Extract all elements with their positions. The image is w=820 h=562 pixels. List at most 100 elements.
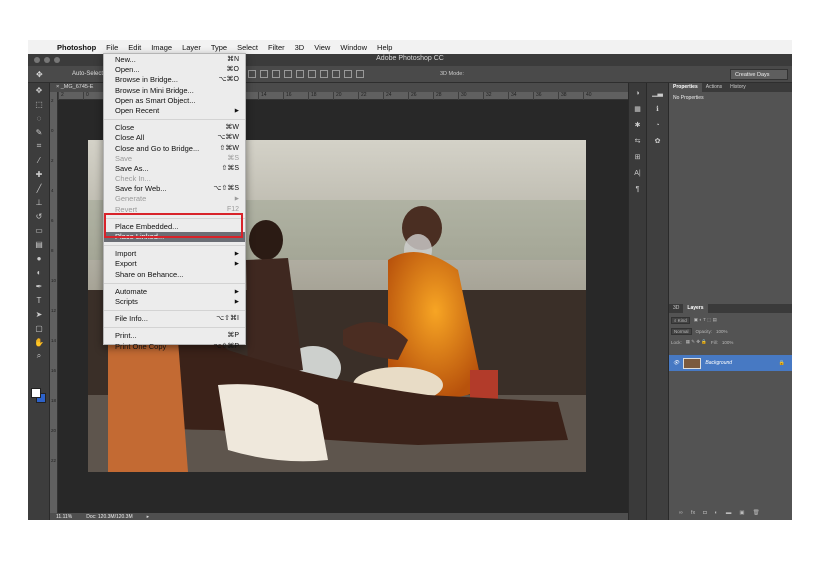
3d-panel-icon[interactable]: ◑ [629,87,646,99]
foreground-color-swatch[interactable] [31,388,41,398]
paragraph-panel-icon[interactable]: ¶ [629,183,646,195]
layer-kind-filter[interactable]: ⌕ Kind [671,316,690,324]
history-brush-tool-icon[interactable]: ↺ [28,209,50,223]
distribute-bottom-icon[interactable] [308,70,316,78]
menu-item-place-embedded[interactable]: Place Embedded... [104,222,245,232]
hand-tool-icon[interactable]: ✋ [28,335,50,349]
menu-item-import[interactable]: Import ▶ [104,249,245,259]
styles-panel-icon[interactable]: ✿ [647,135,668,147]
workspace-select[interactable]: Creative Days [730,69,788,80]
menu-item-new[interactable]: New... ⌘N [104,55,245,65]
menu-item-open-as-smart-object[interactable]: Open as Smart Object... [104,96,245,106]
zoom-tool-icon[interactable]: ⌕ [28,349,50,363]
path-select-tool-icon[interactable]: ➤ [28,307,50,321]
menu-filter[interactable]: Filter [263,43,290,52]
lasso-tool-icon[interactable]: ◌ [28,111,50,125]
trash-icon[interactable]: 🗑 [753,510,760,518]
tab-history[interactable]: History [726,83,750,92]
menu-3d[interactable]: 3D [290,43,310,52]
distribute-right-icon[interactable] [344,70,352,78]
menu-item-save-for-web[interactable]: Save for Web... ⌥⇧⌘S [104,184,245,194]
adjustments-panel-icon[interactable]: ⇆ [629,135,646,147]
distribute-top-icon[interactable] [284,70,292,78]
lock-icons[interactable]: ▦ ✎ ✥ 🔒 [686,339,707,345]
info-panel-icon[interactable]: ℹ [647,103,668,115]
menu-item-share-on-behance[interactable]: Share on Behance... [104,270,245,280]
menu-item-print[interactable]: Print... ⌘P [104,331,245,341]
channels-panel-icon[interactable]: ⊞ [629,151,646,163]
menu-edit[interactable]: Edit [123,43,146,52]
navigator-panel-icon[interactable]: ◔ [647,119,668,131]
tab-actions[interactable]: Actions [702,83,726,92]
tab-3d[interactable]: 3D [669,304,683,313]
brush-panel-icon[interactable]: ✱ [629,119,646,131]
menu-image[interactable]: Image [146,43,177,52]
menu-select[interactable]: Select [232,43,263,52]
align-bottom-icon[interactable] [272,70,280,78]
menu-item-export[interactable]: Export ▶ [104,259,245,269]
distribute-middle-icon[interactable] [296,70,304,78]
quick-select-tool-icon[interactable]: ✎ [28,125,50,139]
opacity-value[interactable]: 100% [716,329,728,334]
folder-icon[interactable]: ▬ [726,510,732,518]
align-top-icon[interactable] [248,70,256,78]
menu-type[interactable]: Type [206,43,232,52]
menu-item-automate[interactable]: Automate ▶ [104,287,245,297]
auto-align-icon[interactable] [356,70,364,78]
auto-select-checkbox[interactable]: Auto-Select [72,71,103,77]
new-layer-icon[interactable]: ▣ [739,510,744,518]
clone-stamp-tool-icon[interactable]: ⊥ [28,195,50,209]
align-middle-icon[interactable] [260,70,268,78]
swatches-panel-icon[interactable]: ▦ [629,103,646,115]
distribute-center-icon[interactable] [332,70,340,78]
menu-item-browse-in-mini-bridge[interactable]: Browse in Mini Bridge... [104,86,245,96]
fill-value[interactable]: 100% [722,340,734,345]
type-tool-icon[interactable]: T [28,293,50,307]
marquee-tool-icon[interactable]: ⬚ [28,97,50,111]
link-icon[interactable]: ∞ [679,510,683,518]
healing-tool-icon[interactable]: ✚ [28,167,50,181]
menu-window[interactable]: Window [335,43,372,52]
menu-help[interactable]: Help [372,43,397,52]
menu-item-close[interactable]: Close ⌘W [104,123,245,133]
menu-item-close-and-go-to-bridge[interactable]: Close and Go to Bridge... ⇧⌘W [104,144,245,154]
menu-item-save-as[interactable]: Save As... ⇧⌘S [104,164,245,174]
shape-tool-icon[interactable]: ▢ [28,321,50,335]
mask-icon[interactable]: ◘ [703,510,706,518]
pen-tool-icon[interactable]: ✒ [28,279,50,293]
menu-item-open-recent[interactable]: Open Recent ▶ [104,106,245,116]
menu-view[interactable]: View [309,43,335,52]
blend-mode-select[interactable]: Normal [671,327,692,335]
blur-tool-icon[interactable]: ● [28,251,50,265]
brush-tool-icon[interactable]: ╱ [28,181,50,195]
tab-layers[interactable]: Layers [683,304,708,313]
menu-item-file-info[interactable]: File Info... ⌥⇧⌘I [104,314,245,324]
crop-tool-icon[interactable]: ⌗ [28,139,50,153]
status-menu-arrow-icon[interactable]: ▸ [147,514,150,520]
layer-row-background[interactable]: 👁 Background 🔒 [669,355,792,371]
menu-item-close-all[interactable]: Close All ⌥⌘W [104,133,245,143]
dodge-tool-icon[interactable]: ◐ [28,265,50,279]
fx-icon[interactable]: fx [691,510,695,518]
menu-item-label: Open as Smart Object... [115,95,196,105]
histogram-panel-icon[interactable]: ▁▃ [647,87,668,99]
adjustment-icon[interactable]: ◐ [715,510,718,518]
move-tool-icon[interactable]: ✥ [36,70,43,79]
distribute-left-icon[interactable] [320,70,328,78]
eraser-tool-icon[interactable]: ▭ [28,223,50,237]
zoom-level[interactable]: 11.11% [56,514,72,520]
menu-item-open[interactable]: Open... ⌘O [104,65,245,75]
character-panel-icon[interactable]: A| [629,167,646,179]
tab-properties[interactable]: Properties [669,83,702,92]
menu-item-print-one-copy[interactable]: Print One Copy ⌥⇧⌘P [104,342,245,352]
menu-item-scripts[interactable]: Scripts ▶ [104,297,245,307]
gradient-tool-icon[interactable]: ▤ [28,237,50,251]
menu-item-browse-in-bridge[interactable]: Browse in Bridge... ⌥⌘O [104,75,245,85]
menu-app-photoshop[interactable]: Photoshop [52,43,101,52]
menu-file[interactable]: File [101,43,123,52]
move-tool-icon[interactable]: ✥ [28,83,50,97]
eyedropper-tool-icon[interactable]: ⁄ [28,153,50,167]
menu-layer[interactable]: Layer [177,43,206,52]
menu-item-place-linked[interactable]: Place Linked... [104,232,245,243]
eye-icon[interactable]: 👁 [673,360,679,366]
